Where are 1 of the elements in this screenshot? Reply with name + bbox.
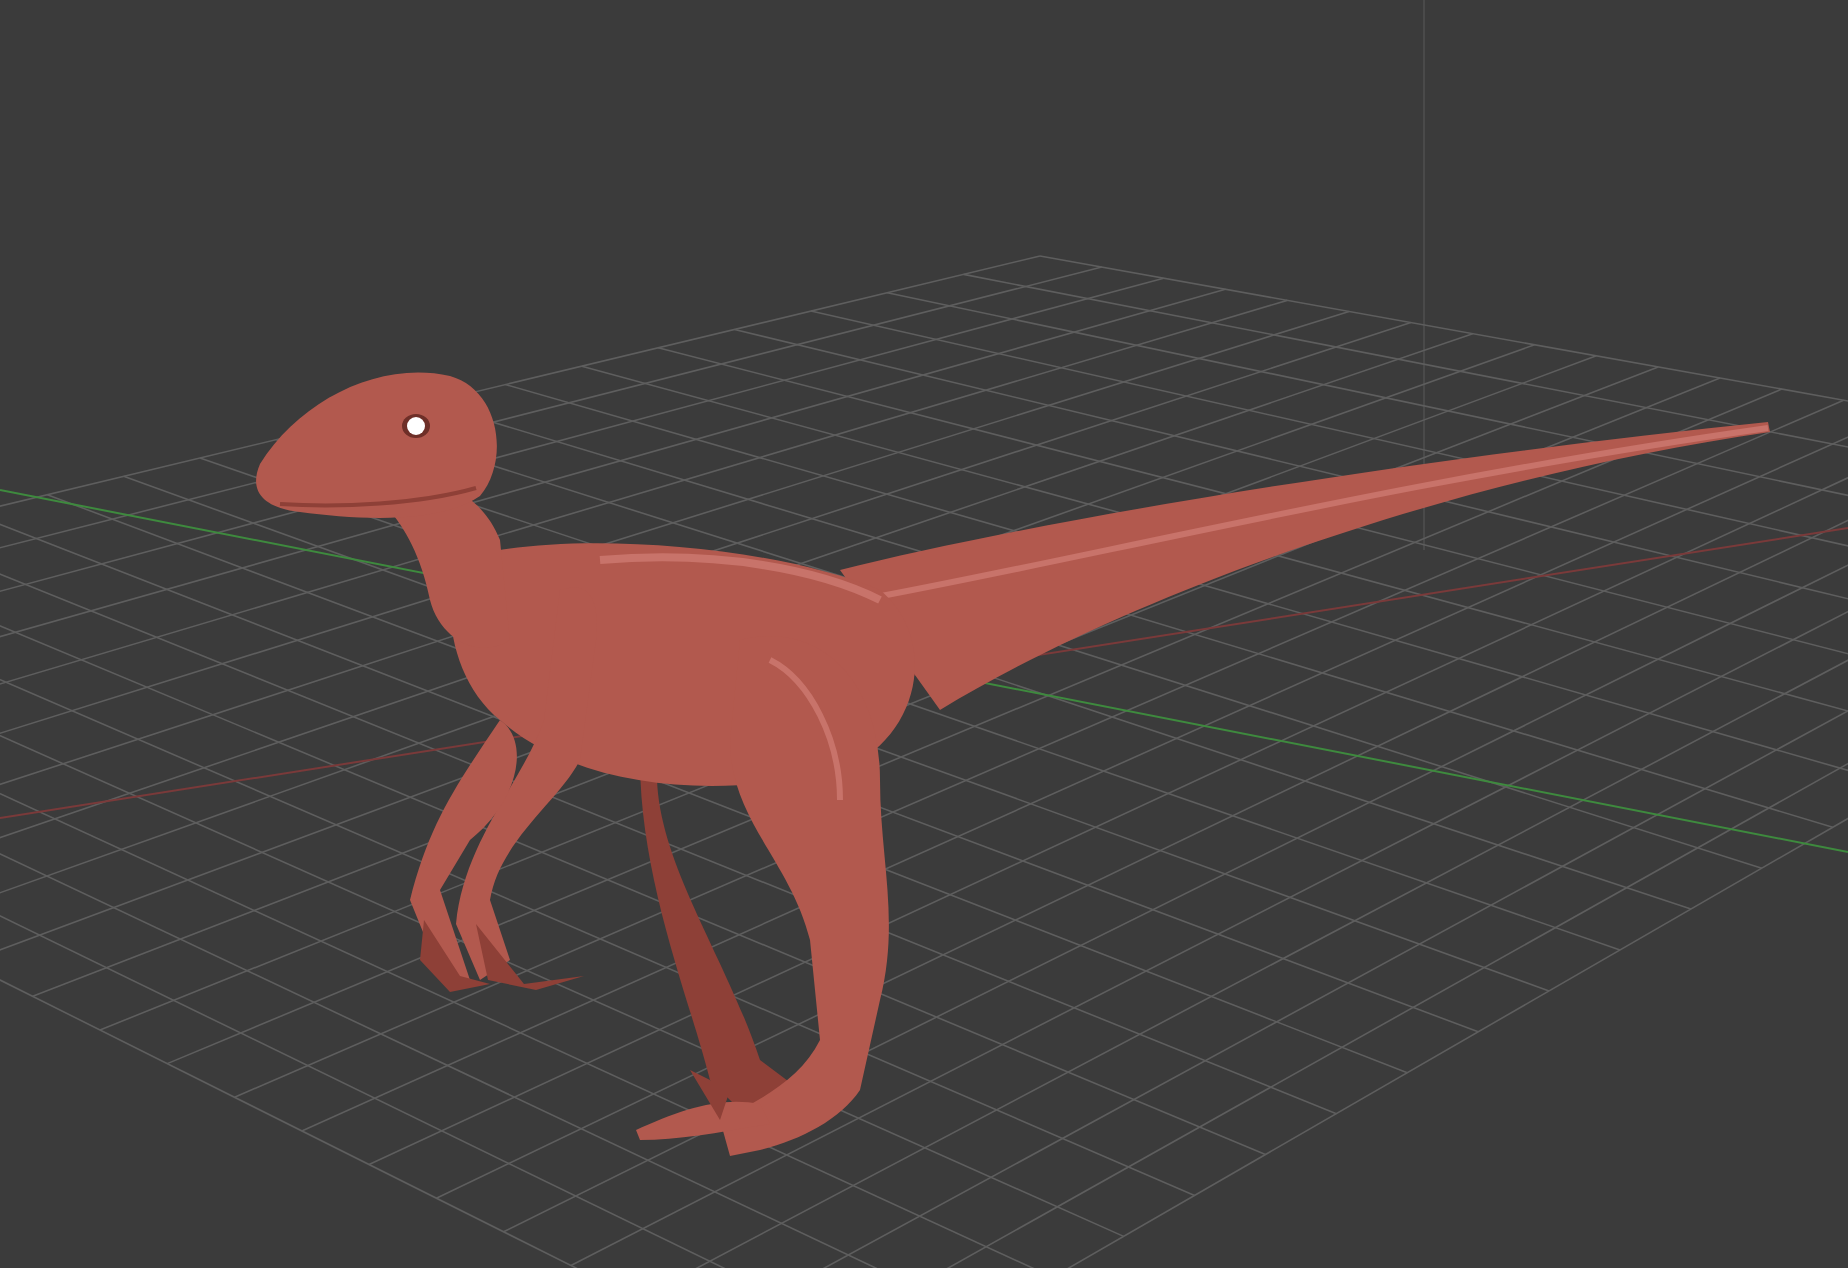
- 3d-viewport[interactable]: [0, 0, 1848, 1268]
